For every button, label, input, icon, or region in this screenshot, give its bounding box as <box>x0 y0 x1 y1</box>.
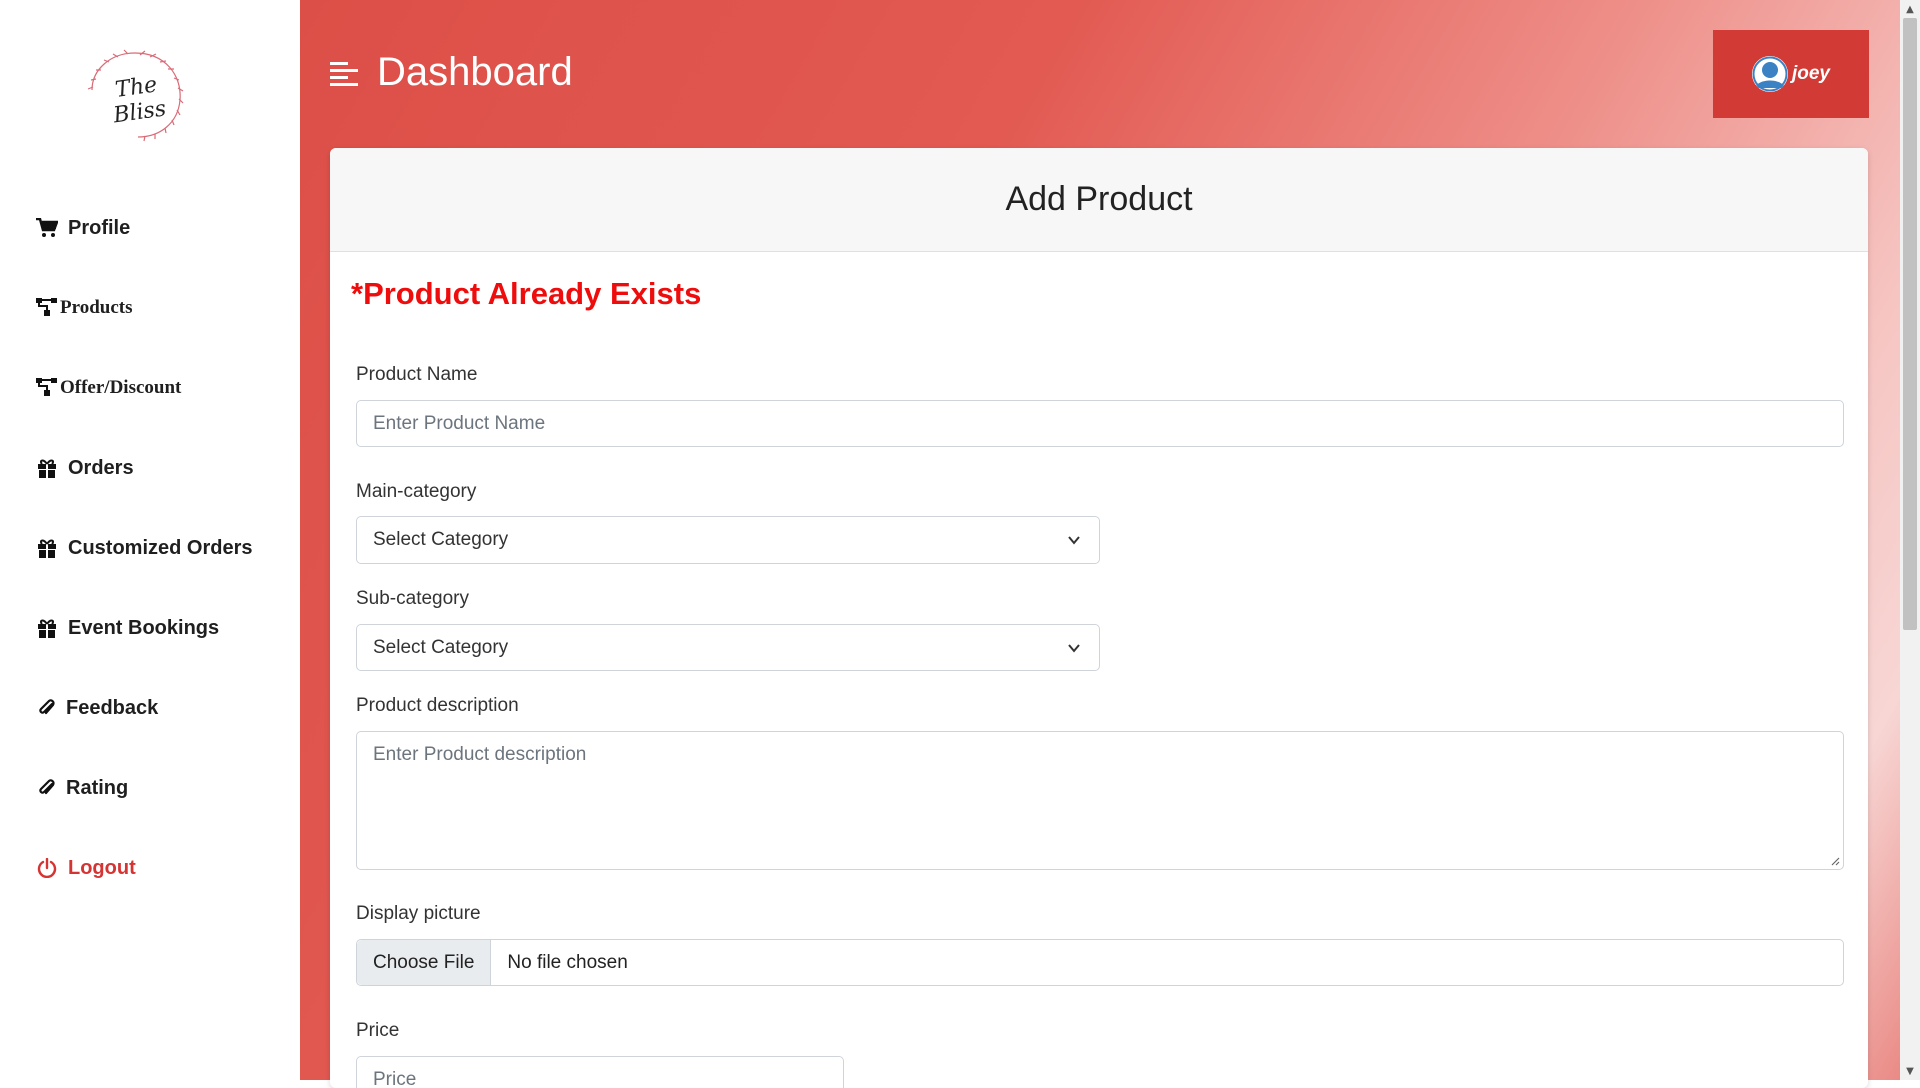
page-scrollbar[interactable]: ▲ ▼ <box>1900 0 1920 1080</box>
scroll-down-icon[interactable]: ▼ <box>1900 1062 1920 1080</box>
page-title: Dashboard <box>377 50 573 95</box>
description-textarea[interactable]: Enter Product description <box>356 731 1844 870</box>
sidebar: The Bliss Profile Products Offer/Discoun… <box>0 0 300 1080</box>
sitemap-icon <box>36 377 58 399</box>
menu-toggle-icon[interactable] <box>330 62 358 88</box>
price-placeholder: Price <box>373 1069 416 1088</box>
sidebar-item-profile[interactable]: Profile <box>36 210 130 246</box>
card-header: Add Product <box>330 148 1868 252</box>
sidebar-item-label: Profile <box>68 217 130 240</box>
sidebar-item-feedback[interactable]: Feedback <box>36 690 158 726</box>
description-label: Product description <box>356 695 519 717</box>
sidebar-item-logout[interactable]: Logout <box>36 850 136 886</box>
scroll-up-icon[interactable]: ▲ <box>1900 0 1920 18</box>
picture-file-input[interactable]: Choose File No file chosen <box>356 939 1844 986</box>
picture-label: Display picture <box>356 903 481 925</box>
sidebar-item-customized-orders[interactable]: Customized Orders <box>36 530 252 566</box>
sidebar-item-products[interactable]: Products <box>36 290 132 326</box>
user-menu-button[interactable]: joey <box>1713 30 1869 118</box>
sidebar-item-rating[interactable]: Rating <box>36 770 128 806</box>
user-name: joey <box>1792 63 1830 85</box>
add-product-card: Add Product *Product Already Exists Prod… <box>330 148 1868 1088</box>
gift-icon <box>36 537 58 559</box>
choose-file-button[interactable]: Choose File <box>357 940 491 985</box>
price-label: Price <box>356 1020 399 1042</box>
sub-category-label: Sub-category <box>356 588 469 610</box>
brand-logo[interactable]: The Bliss <box>80 45 190 145</box>
sidebar-item-label: Customized Orders <box>68 537 252 560</box>
main-category-select[interactable]: Select Category <box>356 516 1100 564</box>
card-title: Add Product <box>1005 180 1192 219</box>
user-avatar-icon <box>1752 56 1788 92</box>
sub-category-select[interactable]: Select Category <box>356 624 1100 671</box>
error-message: *Product Already Exists <box>351 276 701 312</box>
price-input[interactable]: Price <box>356 1056 844 1088</box>
gift-icon <box>36 617 58 639</box>
sidebar-item-label: Products <box>60 297 132 319</box>
sidebar-item-offer-discount[interactable]: Offer/Discount <box>36 370 181 406</box>
sidebar-item-orders[interactable]: Orders <box>36 450 134 486</box>
sidebar-item-label: Event Bookings <box>68 617 219 640</box>
sidebar-item-label: Feedback <box>66 697 158 720</box>
resize-handle-icon[interactable] <box>1830 856 1840 866</box>
product-name-label: Product Name <box>356 364 477 386</box>
paperclip-icon <box>36 777 58 799</box>
power-icon <box>36 857 58 879</box>
product-name-input[interactable]: Enter Product Name <box>356 400 1844 447</box>
sidebar-item-label: Offer/Discount <box>60 377 181 399</box>
main-category-label: Main-category <box>356 481 476 503</box>
scroll-thumb[interactable] <box>1903 18 1917 630</box>
sidebar-item-label: Rating <box>66 777 128 800</box>
description-placeholder: Enter Product description <box>373 744 586 766</box>
chevron-down-icon <box>1067 641 1081 655</box>
sitemap-icon <box>36 297 58 319</box>
main-category-value: Select Category <box>373 529 508 551</box>
sidebar-item-event-bookings[interactable]: Event Bookings <box>36 610 219 646</box>
sub-category-value: Select Category <box>373 637 508 659</box>
gift-icon <box>36 457 58 479</box>
cart-icon <box>36 217 58 239</box>
paperclip-icon <box>36 697 58 719</box>
sidebar-item-label: Logout <box>68 857 136 880</box>
product-name-placeholder: Enter Product Name <box>373 413 545 435</box>
chevron-down-icon <box>1067 533 1081 547</box>
file-status: No file chosen <box>507 952 627 974</box>
sidebar-item-label: Orders <box>68 457 134 480</box>
